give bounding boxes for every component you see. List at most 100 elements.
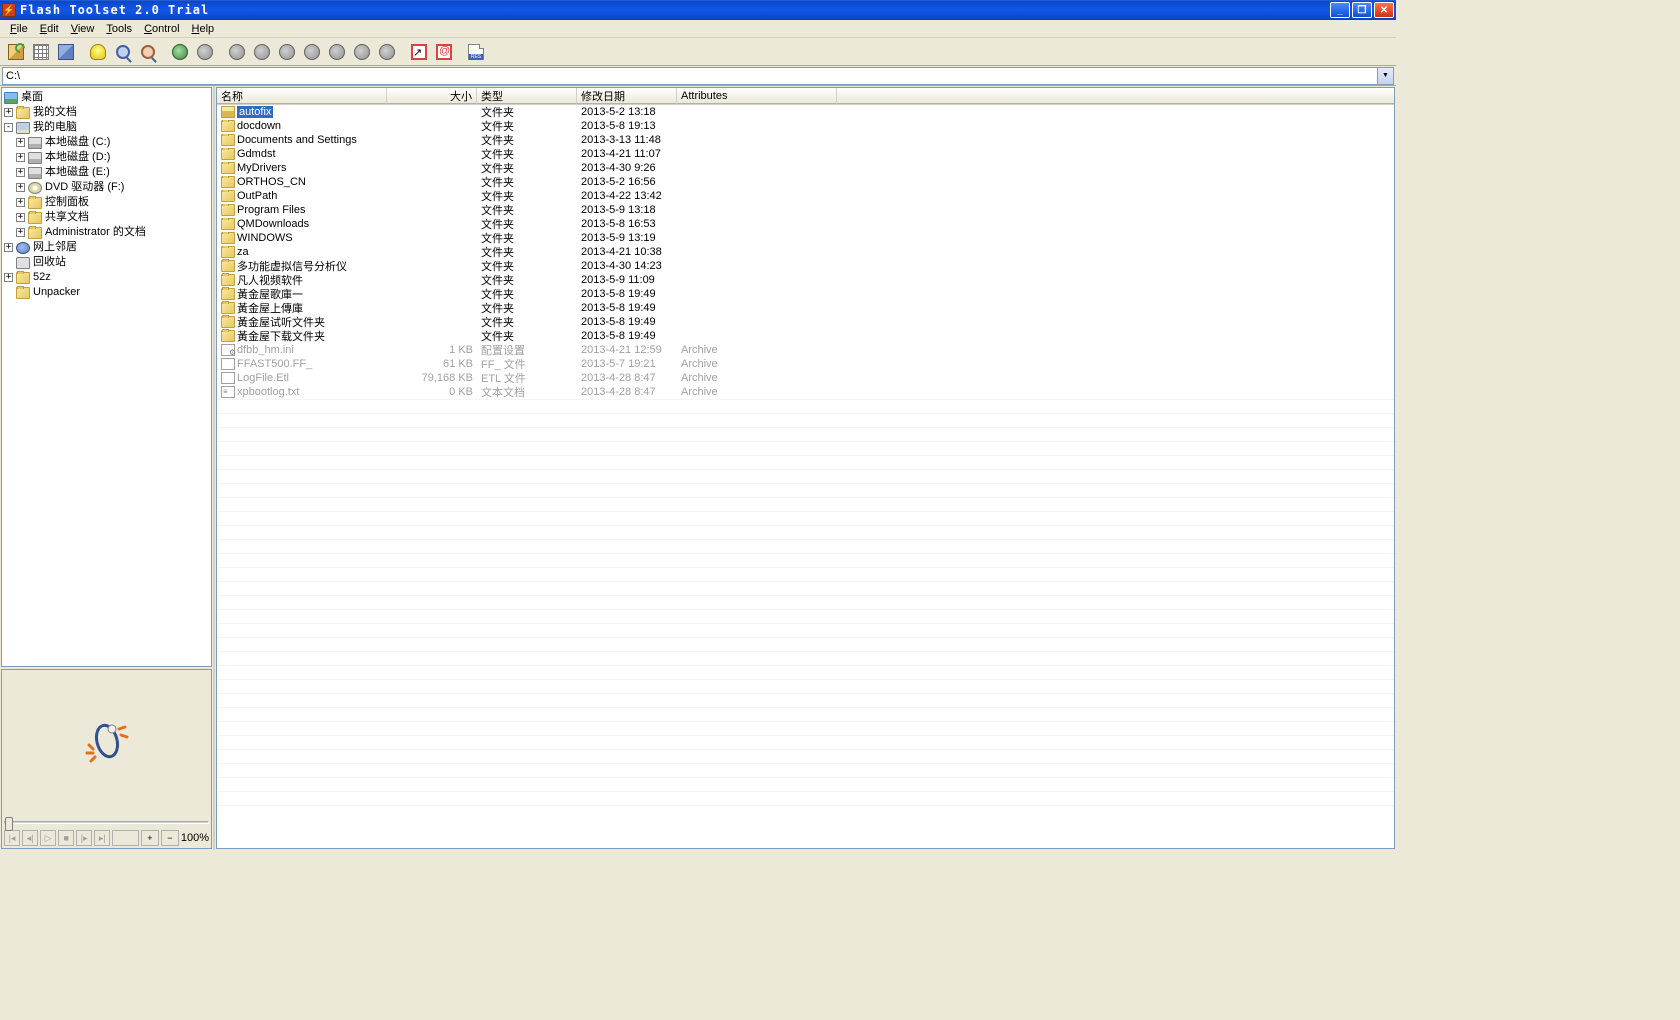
disc-green-icon: [172, 44, 188, 60]
column-date[interactable]: 修改日期: [577, 88, 677, 104]
path-input[interactable]: C:\: [2, 67, 1378, 85]
stop-button[interactable]: ■: [58, 830, 74, 846]
disc6-button[interactable]: [300, 40, 324, 64]
minimize-button[interactable]: _: [1330, 2, 1350, 18]
expand-toggle[interactable]: +: [16, 213, 25, 222]
disc1-button[interactable]: [168, 40, 192, 64]
last-button[interactable]: ▸|: [94, 830, 110, 846]
ini-icon: [221, 344, 235, 356]
tree-drive-d[interactable]: 本地磁盘 (D:): [45, 150, 110, 165]
first-button[interactable]: |◂: [4, 830, 20, 846]
zoom-in-button[interactable]: +: [141, 830, 159, 846]
cube-button[interactable]: [54, 40, 78, 64]
column-name[interactable]: 名称: [217, 88, 387, 104]
table-row[interactable]: autofix文件夹2013-5-2 13:18: [217, 105, 1394, 119]
menu-tools[interactable]: Tools: [100, 22, 138, 36]
tree-shared-docs[interactable]: 共享文档: [45, 210, 89, 225]
search-button[interactable]: [111, 40, 135, 64]
collapse-toggle[interactable]: -: [4, 123, 13, 132]
tree-desktop[interactable]: 桌面: [21, 90, 43, 105]
table-row[interactable]: Documents and Settings文件夹2013-3-13 11:48: [217, 133, 1394, 147]
table-row[interactable]: docdown文件夹2013-5-8 19:13: [217, 119, 1394, 133]
expand-toggle[interactable]: +: [4, 243, 13, 252]
tree-recycle[interactable]: 回收站: [33, 255, 66, 270]
table-row[interactable]: 黃金屋试听文件夹文件夹2013-5-8 19:49: [217, 315, 1394, 329]
tree-mydocs[interactable]: 我的文档: [33, 105, 77, 120]
expand-toggle[interactable]: +: [16, 183, 25, 192]
path-dropdown[interactable]: ▼: [1378, 67, 1394, 85]
table-row[interactable]: OutPath文件夹2013-4-22 13:42: [217, 189, 1394, 203]
table-row[interactable]: 黃金屋歌庫一文件夹2013-5-8 19:49: [217, 287, 1394, 301]
tree-mycomputer[interactable]: 我的电脑: [33, 120, 77, 135]
network-icon: [16, 242, 30, 254]
expand-toggle[interactable]: +: [16, 168, 25, 177]
table-row[interactable]: MyDrivers文件夹2013-4-30 9:26: [217, 161, 1394, 175]
disc9-button[interactable]: [375, 40, 399, 64]
folder-icon: [221, 246, 235, 258]
tree-unpacker[interactable]: Unpacker: [33, 285, 80, 300]
expand-toggle[interactable]: +: [16, 153, 25, 162]
disc8-button[interactable]: [350, 40, 374, 64]
table-row[interactable]: ORTHOS_CN文件夹2013-5-2 16:56: [217, 175, 1394, 189]
expand-toggle[interactable]: +: [16, 228, 25, 237]
grid-button[interactable]: [29, 40, 53, 64]
column-type[interactable]: 类型: [477, 88, 577, 104]
menu-file[interactable]: File: [4, 22, 34, 36]
tree-drive-c[interactable]: 本地磁盘 (C:): [45, 135, 110, 150]
table-row[interactable]: dfbb_hm.ini1 KB配置设置2013-4-21 12:59Archiv…: [217, 343, 1394, 357]
expand-toggle[interactable]: +: [4, 108, 13, 117]
table-row[interactable]: 多功能虚拟信号分析仪文件夹2013-4-30 14:23: [217, 259, 1394, 273]
maximize-button[interactable]: ❐: [1352, 2, 1372, 18]
file-list-body[interactable]: autofix文件夹2013-5-2 13:18docdown文件夹2013-5…: [217, 105, 1394, 848]
table-row[interactable]: LogFile.Etl79,168 KBETL 文件2013-4-28 8:47…: [217, 371, 1394, 385]
table-row[interactable]: Gdmdst文件夹2013-4-21 11:07: [217, 147, 1394, 161]
find-button[interactable]: [136, 40, 160, 64]
column-attributes[interactable]: Attributes: [677, 88, 837, 104]
res-button[interactable]: [464, 40, 488, 64]
tree-admin-docs[interactable]: Administrator 的文档: [45, 225, 146, 240]
table-row-empty: [217, 721, 1394, 735]
play-button[interactable]: ▷: [40, 830, 56, 846]
file-name: Program Files: [237, 204, 305, 216]
bulb-button[interactable]: [86, 40, 110, 64]
disc5-button[interactable]: [275, 40, 299, 64]
box1-button[interactable]: ↗: [407, 40, 431, 64]
tree-52z[interactable]: 52z: [33, 270, 51, 285]
disc3-button[interactable]: [225, 40, 249, 64]
table-row[interactable]: 凡人视频软件文件夹2013-5-9 11:09: [217, 273, 1394, 287]
column-size[interactable]: 大小: [387, 88, 477, 104]
box2-button[interactable]: [432, 40, 456, 64]
tree-control-panel[interactable]: 控制面板: [45, 195, 89, 210]
tree-network[interactable]: 网上邻居: [33, 240, 77, 255]
expand-toggle[interactable]: +: [4, 273, 13, 282]
tree-drive-e[interactable]: 本地磁盘 (E:): [45, 165, 110, 180]
expand-toggle[interactable]: +: [16, 198, 25, 207]
desktop-icon: [4, 92, 18, 104]
zoom-out-button[interactable]: −: [161, 830, 179, 846]
disc4-button[interactable]: [250, 40, 274, 64]
open-button[interactable]: [4, 40, 28, 64]
prev-button[interactable]: ◂|: [22, 830, 38, 846]
disc7-button[interactable]: [325, 40, 349, 64]
toolbar: ↗: [0, 38, 1396, 66]
table-row[interactable]: 黃金屋上傳庫文件夹2013-5-8 19:49: [217, 301, 1394, 315]
table-row[interactable]: QMDownloads文件夹2013-5-8 16:53: [217, 217, 1394, 231]
preview-slider[interactable]: [4, 816, 209, 828]
menu-help[interactable]: Help: [186, 22, 221, 36]
table-row[interactable]: FFAST500.FF_61 KBFF_ 文件2013-5-7 19:21Arc…: [217, 357, 1394, 371]
menu-edit[interactable]: Edit: [34, 22, 65, 36]
table-row[interactable]: xpbootlog.txt0 KB文本文档2013-4-28 8:47Archi…: [217, 385, 1394, 399]
next-button[interactable]: |▸: [76, 830, 92, 846]
menu-view[interactable]: View: [65, 22, 101, 36]
disc2-button[interactable]: [193, 40, 217, 64]
table-row[interactable]: za文件夹2013-4-21 10:38: [217, 245, 1394, 259]
table-row[interactable]: Program Files文件夹2013-5-9 13:18: [217, 203, 1394, 217]
folder-tree[interactable]: 桌面 + 我的文档 - 我的电脑 + 本地磁盘 (C:) + 本地磁盘 (D:) + 本地…: [1, 87, 212, 667]
menu-control[interactable]: Control: [138, 22, 185, 36]
tree-drive-f[interactable]: DVD 驱动器 (F:): [45, 180, 124, 195]
table-row[interactable]: WINDOWS文件夹2013-5-9 13:19: [217, 231, 1394, 245]
frame-input[interactable]: [112, 830, 139, 846]
close-button[interactable]: ✕: [1374, 2, 1394, 18]
expand-toggle[interactable]: +: [16, 138, 25, 147]
table-row[interactable]: 黃金屋下载文件夹文件夹2013-5-8 19:49: [217, 329, 1394, 343]
